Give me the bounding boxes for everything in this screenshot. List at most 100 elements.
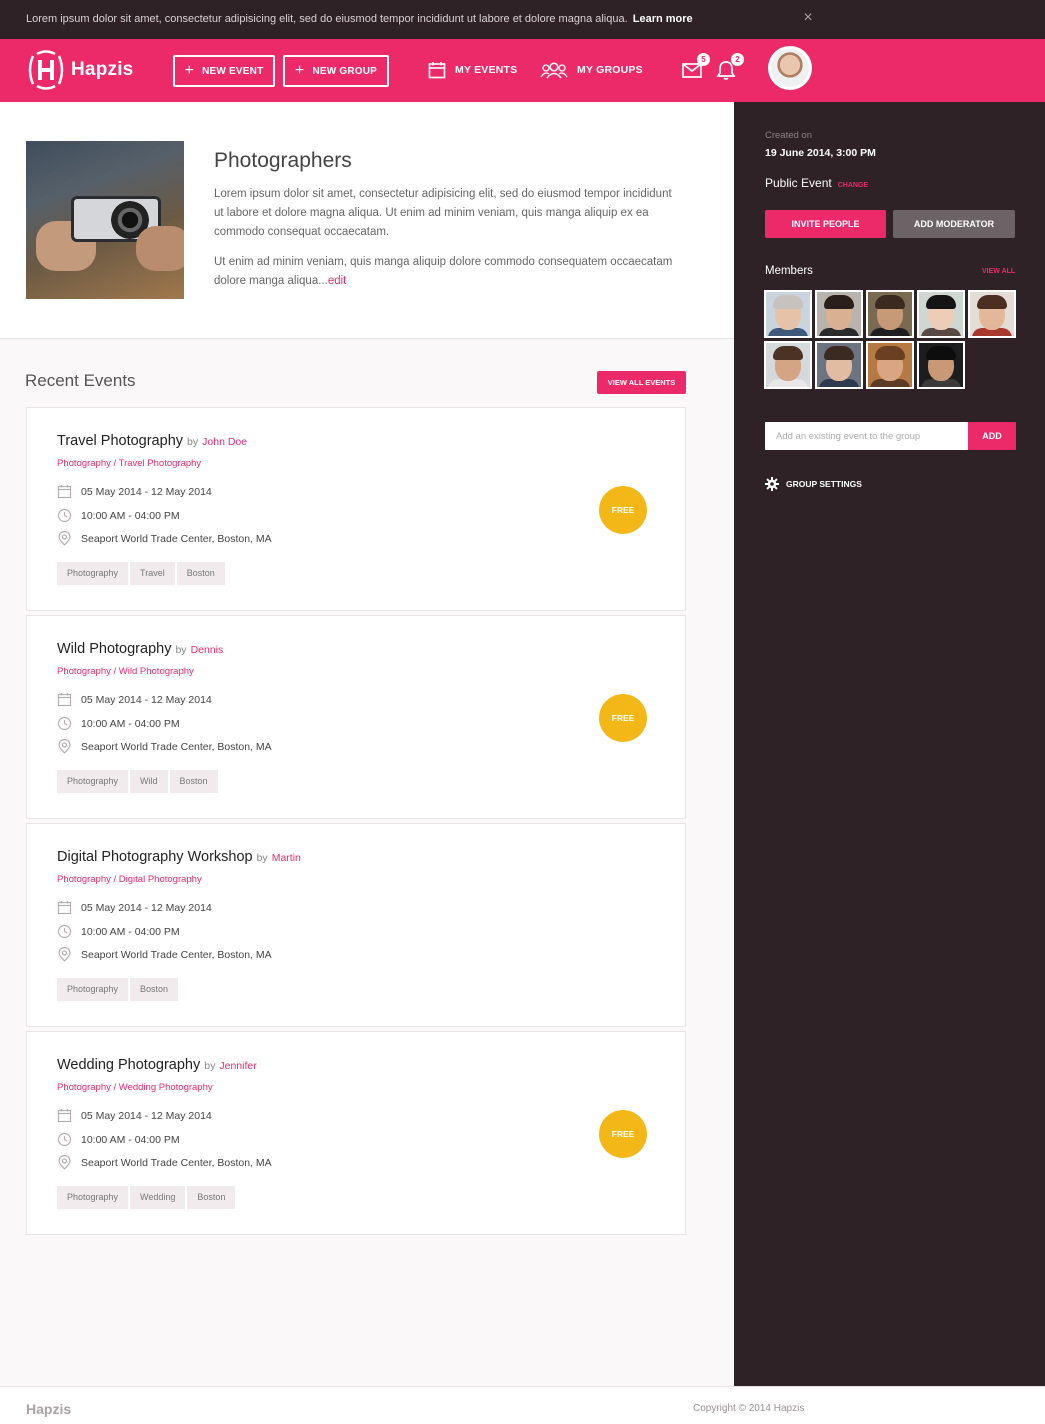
notice-bar: Lorem ipsum dolor sit amet, consectetur … bbox=[0, 0, 1045, 39]
event-tags: Photography Wild Boston bbox=[57, 770, 218, 793]
gear-icon bbox=[765, 477, 779, 491]
member-hair bbox=[824, 346, 854, 360]
event-card[interactable]: Wedding Photography by Jennifer Photograph… bbox=[26, 1031, 686, 1235]
event-author[interactable]: John Doe bbox=[202, 436, 247, 448]
created-value: 19 June 2014, 3:00 PM bbox=[765, 147, 876, 159]
new-event-button[interactable]: + NEW EVENT bbox=[173, 55, 275, 87]
event-location-row: Seaport World Trade Center, Boston, MA bbox=[57, 1155, 272, 1170]
add-moderator-button[interactable]: ADD MODERATOR bbox=[893, 210, 1015, 238]
event-title-row: Digital Photography Workshop by Martin bbox=[57, 849, 301, 865]
new-group-button[interactable]: + NEW GROUP bbox=[283, 55, 389, 87]
event-title[interactable]: Digital Photography Workshop bbox=[57, 849, 253, 865]
edit-link[interactable]: edit bbox=[328, 275, 347, 287]
notifications-button[interactable]: 2 bbox=[715, 53, 744, 81]
event-title[interactable]: Wedding Photography bbox=[57, 1057, 200, 1073]
event-by: by bbox=[175, 644, 187, 656]
event-tag[interactable]: Photography bbox=[57, 1186, 129, 1209]
member-avatar[interactable] bbox=[917, 290, 965, 338]
event-time-row: 10:00 AM - 04:00 PM bbox=[57, 716, 180, 731]
event-category[interactable]: Photography / Travel Photography bbox=[57, 458, 201, 469]
recent-events-title: Recent Events bbox=[25, 371, 136, 390]
event-tag[interactable]: Photography bbox=[57, 770, 129, 793]
notifications-badge: 2 bbox=[731, 53, 744, 66]
event-category[interactable]: Photography / Wedding Photography bbox=[57, 1082, 213, 1093]
member-avatar[interactable] bbox=[866, 290, 914, 338]
new-event-label: NEW EVENT bbox=[202, 65, 264, 77]
location-pin-icon bbox=[58, 531, 71, 546]
event-tags: Photography Travel Boston bbox=[57, 562, 225, 585]
event-card[interactable]: Wild Photography by Dennis Photography / W… bbox=[26, 615, 686, 819]
event-date: 05 May 2014 - 12 May 2014 bbox=[81, 1109, 212, 1122]
event-author[interactable]: Dennis bbox=[191, 644, 224, 656]
close-icon[interactable]: × bbox=[801, 10, 815, 26]
event-tag[interactable]: Travel bbox=[130, 562, 175, 585]
event-by: by bbox=[204, 1060, 216, 1072]
member-avatar[interactable] bbox=[866, 341, 914, 389]
group-settings-link[interactable]: GROUP SETTINGS bbox=[765, 477, 862, 491]
event-time-row: 10:00 AM - 04:00 PM bbox=[57, 924, 180, 939]
event-author[interactable]: Martin bbox=[272, 852, 301, 864]
event-card[interactable]: Digital Photography Workshop by Martin Pho… bbox=[26, 823, 686, 1027]
event-location-row: Seaport World Trade Center, Boston, MA bbox=[57, 947, 272, 962]
view-all-events-button[interactable]: VIEW ALL EVENTS bbox=[597, 371, 686, 394]
event-tag[interactable]: Boston bbox=[169, 770, 218, 793]
member-avatar[interactable] bbox=[917, 341, 965, 389]
event-date-row: 05 May 2014 - 12 May 2014 bbox=[57, 900, 212, 915]
event-author[interactable]: Jennifer bbox=[219, 1060, 256, 1072]
member-avatar[interactable] bbox=[764, 290, 812, 338]
event-tag[interactable]: Wedding bbox=[130, 1186, 186, 1209]
messages-button[interactable]: 5 bbox=[681, 53, 710, 81]
member-hair bbox=[926, 295, 956, 309]
members-title: Members bbox=[765, 265, 813, 277]
event-date-row: 05 May 2014 - 12 May 2014 bbox=[57, 484, 212, 499]
event-by: by bbox=[187, 436, 199, 448]
event-time-row: 10:00 AM - 04:00 PM bbox=[57, 508, 180, 523]
event-tag[interactable]: Boston bbox=[187, 1186, 236, 1209]
event-card[interactable]: Travel Photography by John Doe Photography… bbox=[26, 407, 686, 611]
event-tag[interactable]: Photography bbox=[57, 562, 129, 585]
calendar-icon bbox=[57, 693, 72, 707]
user-avatar[interactable] bbox=[768, 46, 812, 90]
add-event-input[interactable] bbox=[765, 422, 968, 450]
change-visibility-link[interactable]: CHANGE bbox=[838, 182, 868, 189]
event-tags: Photography Boston bbox=[57, 978, 179, 1001]
member-hair bbox=[875, 346, 905, 360]
brand-logo[interactable]: Hapzis bbox=[25, 50, 133, 90]
learn-more-link[interactable]: Learn more bbox=[633, 13, 693, 25]
event-date-row: 05 May 2014 - 12 May 2014 bbox=[57, 1108, 212, 1123]
member-avatar[interactable] bbox=[815, 290, 863, 338]
invite-people-button[interactable]: INVITE PEOPLE bbox=[765, 210, 886, 238]
member-hair bbox=[926, 346, 956, 360]
member-avatar[interactable] bbox=[968, 290, 1016, 338]
event-title[interactable]: Travel Photography bbox=[57, 433, 183, 449]
member-avatar[interactable] bbox=[764, 341, 812, 389]
event-tag[interactable]: Boston bbox=[176, 562, 225, 585]
event-tag[interactable]: Photography bbox=[57, 978, 129, 1001]
event-tag[interactable]: Boston bbox=[130, 978, 179, 1001]
hapzis-logo-icon bbox=[28, 50, 64, 90]
view-all-members-link[interactable]: VIEW ALL bbox=[982, 268, 1015, 275]
users-icon bbox=[540, 62, 568, 79]
event-title[interactable]: Wild Photography bbox=[57, 641, 171, 657]
top-header: Hapzis + NEW EVENT + NEW GROUP MY EVENTS… bbox=[0, 39, 1045, 102]
new-group-label: NEW GROUP bbox=[312, 65, 378, 77]
member-hair bbox=[773, 295, 803, 309]
event-tag[interactable]: Wild bbox=[130, 770, 168, 793]
member-avatar[interactable] bbox=[815, 341, 863, 389]
group-photo bbox=[26, 141, 184, 299]
member-hair bbox=[824, 295, 854, 309]
event-category[interactable]: Photography / Wild Photography bbox=[57, 666, 194, 677]
nav-my-events[interactable]: MY EVENTS bbox=[428, 59, 517, 81]
clock-icon bbox=[57, 1132, 72, 1147]
event-time: 10:00 AM - 04:00 PM bbox=[81, 509, 180, 522]
created-label: Created on bbox=[765, 130, 813, 141]
location-pin-icon bbox=[58, 947, 71, 962]
event-category[interactable]: Photography / Digital Photography bbox=[57, 874, 202, 885]
event-by: by bbox=[256, 852, 268, 864]
avatar-image bbox=[771, 49, 809, 87]
location-pin-icon bbox=[58, 1155, 71, 1170]
add-event-button[interactable]: ADD bbox=[968, 422, 1016, 450]
my-events-label: MY EVENTS bbox=[455, 64, 518, 76]
member-hair bbox=[977, 295, 1007, 309]
nav-my-groups[interactable]: MY GROUPS bbox=[540, 59, 643, 81]
